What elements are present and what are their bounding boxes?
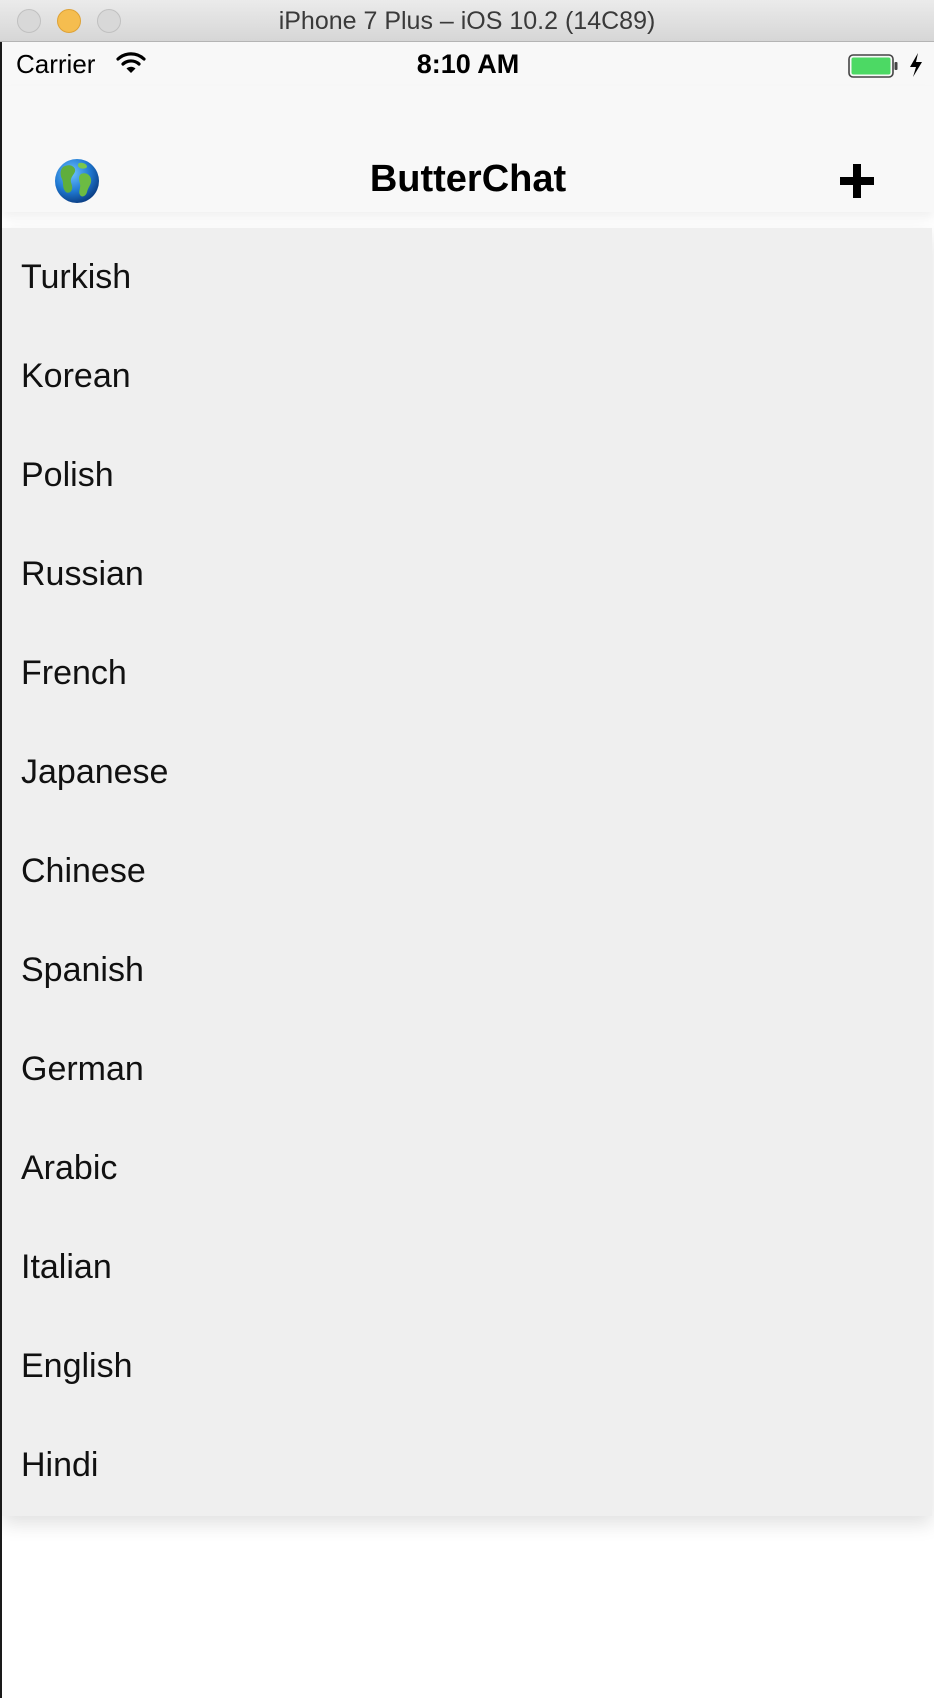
- language-dropdown-menu: Turkish Korean Polish Russian French Jap…: [2, 228, 932, 1516]
- language-item[interactable]: Italian: [2, 1218, 932, 1317]
- language-item[interactable]: Arabic: [2, 1119, 932, 1218]
- language-item[interactable]: Korean: [2, 327, 932, 426]
- language-item[interactable]: English: [2, 1317, 932, 1416]
- navigation-bar: ButterChat: [2, 86, 934, 212]
- language-item[interactable]: Turkish: [2, 228, 932, 327]
- phone-screen: Carrier 8:10 AM ButterChat Turkish Korea…: [0, 42, 934, 1698]
- battery-icon: [848, 54, 898, 78]
- language-item[interactable]: Chinese: [2, 822, 932, 921]
- status-bar: Carrier 8:10 AM: [2, 42, 934, 86]
- app-title: ButterChat: [369, 158, 567, 200]
- plus-icon[interactable]: [838, 162, 876, 200]
- status-time: 8:10 AM: [416, 49, 520, 79]
- language-item[interactable]: French: [2, 624, 932, 723]
- charging-bolt-icon: [910, 53, 922, 77]
- language-item[interactable]: Japanese: [2, 723, 932, 822]
- window-title: iPhone 7 Plus – iOS 10.2 (14C89): [278, 7, 656, 35]
- language-item[interactable]: Hindi: [2, 1416, 932, 1515]
- language-item[interactable]: German: [2, 1020, 932, 1119]
- language-item[interactable]: Spanish: [2, 921, 932, 1020]
- language-item[interactable]: Polish: [2, 426, 932, 525]
- language-item[interactable]: Russian: [2, 525, 932, 624]
- simulator-title-bar: iPhone 7 Plus – iOS 10.2 (14C89): [0, 0, 934, 42]
